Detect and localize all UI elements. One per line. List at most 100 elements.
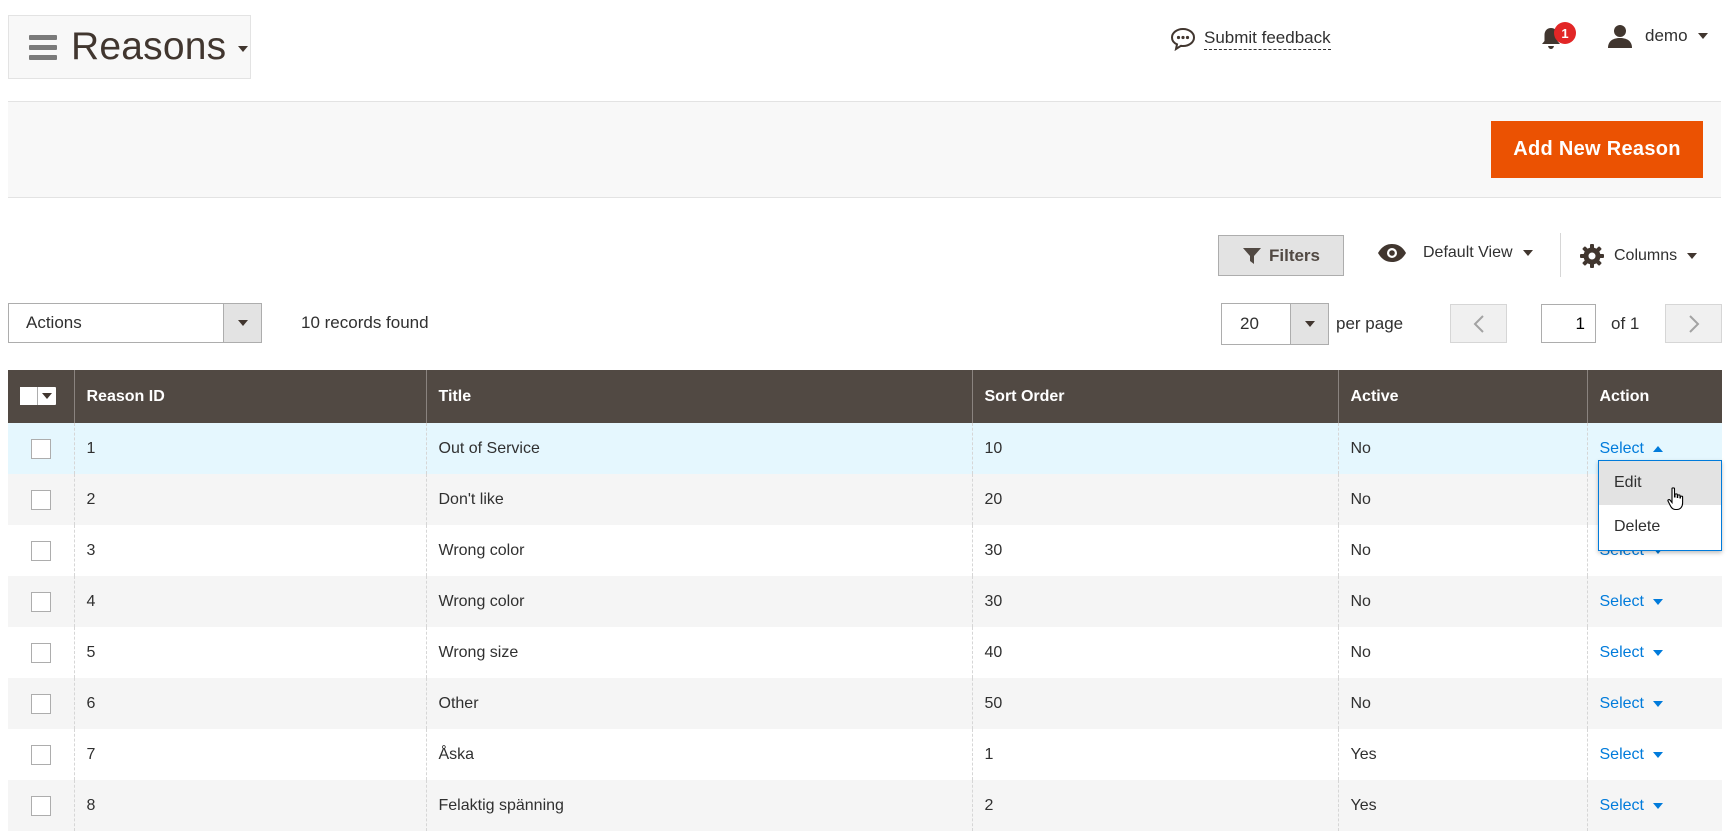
chevron-down-icon <box>38 387 56 405</box>
cell-title: Wrong color <box>425 525 972 576</box>
user-icon <box>1608 25 1632 48</box>
row-action-select[interactable]: Select <box>1600 440 1663 458</box>
row-action-select[interactable]: Select <box>1600 593 1663 611</box>
row-checkbox[interactable] <box>30 540 51 561</box>
menu-icon <box>29 34 57 60</box>
eye-icon <box>1378 244 1406 262</box>
chevron-down-icon <box>1652 649 1663 656</box>
column-header-title[interactable]: Title <box>425 370 972 423</box>
chevron-down-icon <box>1652 751 1663 758</box>
submit-feedback-label: Submit feedback <box>1204 28 1331 50</box>
cell-reason-id: 3 <box>73 525 426 576</box>
mass-select-checkbox[interactable] <box>20 387 56 406</box>
mass-actions-dropdown[interactable]: Actions <box>8 303 262 343</box>
next-page-button[interactable] <box>1665 304 1722 343</box>
chevron-down-icon <box>1522 250 1533 256</box>
table-row[interactable]: 5 Wrong size 40 No Select <box>8 627 1722 678</box>
cell-active: No <box>1337 423 1587 474</box>
filter-icon <box>1242 247 1261 264</box>
action-menu-edit[interactable]: Edit <box>1599 461 1721 505</box>
row-checkbox[interactable] <box>30 744 51 765</box>
row-action-menu: Edit Delete <box>1598 460 1722 551</box>
column-header-active[interactable]: Active <box>1337 370 1587 423</box>
row-checkbox[interactable] <box>30 489 51 510</box>
cell-reason-id: 2 <box>73 474 426 525</box>
cell-reason-id: 4 <box>73 576 426 627</box>
current-page-input[interactable] <box>1541 304 1596 343</box>
cell-reason-id: 8 <box>73 780 426 831</box>
column-header-reason-id[interactable]: Reason ID <box>73 370 426 423</box>
row-action-select[interactable]: Select <box>1600 695 1663 713</box>
cell-title: Felaktig spänning <box>425 780 972 831</box>
page-actions-bar: Add New Reason <box>8 101 1721 198</box>
submit-feedback-link[interactable]: Submit feedback <box>1170 27 1331 51</box>
chevron-down-icon <box>1652 598 1663 605</box>
table-row[interactable]: 3 Wrong color 30 No Select <box>8 525 1722 576</box>
row-action-select[interactable]: Select <box>1600 797 1663 815</box>
columns-label: Columns <box>1614 247 1678 264</box>
cell-title: Wrong size <box>425 627 972 678</box>
cell-title: Out of Service <box>425 423 972 474</box>
notification-count-badge: 1 <box>1554 22 1576 44</box>
row-action-select[interactable]: Select <box>1600 644 1663 662</box>
per-page-value: 20 <box>1240 314 1259 333</box>
column-header-sort-order[interactable]: Sort Order <box>971 370 1338 423</box>
account-menu[interactable]: demo <box>1607 24 1708 48</box>
gear-icon <box>1580 244 1604 268</box>
page-title-switcher[interactable]: Reasons <box>8 15 251 79</box>
chevron-down-icon <box>1697 33 1708 39</box>
chevron-down-icon <box>238 46 249 52</box>
columns-switcher[interactable]: Columns <box>1580 244 1698 268</box>
chevron-down-icon[interactable] <box>223 304 261 342</box>
cell-sort-order: 40 <box>971 627 1338 678</box>
cell-sort-order: 30 <box>971 525 1338 576</box>
per-page-select[interactable]: 20 <box>1221 303 1329 345</box>
cell-active: No <box>1337 678 1587 729</box>
row-checkbox[interactable] <box>30 693 51 714</box>
row-checkbox[interactable] <box>30 642 51 663</box>
table-row[interactable]: 6 Other 50 No Select <box>8 678 1722 729</box>
table-row[interactable]: 8 Felaktig spänning 2 Yes Select <box>8 780 1722 831</box>
row-checkbox[interactable] <box>30 795 51 816</box>
cell-sort-order: 1 <box>971 729 1338 780</box>
chevron-down-icon[interactable] <box>1290 304 1328 344</box>
chevron-down-icon <box>1652 802 1663 809</box>
reasons-grid: Reason ID Title Sort Order Active Action… <box>8 370 1722 831</box>
chevron-left-icon <box>1473 314 1484 333</box>
chat-bubble-icon <box>1170 27 1196 51</box>
column-header-action: Action <box>1586 370 1722 423</box>
table-row[interactable]: 4 Wrong color 30 No Select <box>8 576 1722 627</box>
chevron-down-icon <box>1687 253 1698 259</box>
mass-select-header[interactable] <box>8 370 74 423</box>
previous-page-button[interactable] <box>1450 304 1507 343</box>
per-page-label: per page <box>1336 314 1404 333</box>
cell-title: Don't like <box>425 474 972 525</box>
filters-label: Filters <box>1268 245 1321 265</box>
grid-header-row: Reason ID Title Sort Order Active Action <box>8 370 1722 423</box>
row-checkbox[interactable] <box>30 591 51 612</box>
page-title: Reasons <box>71 25 227 68</box>
table-row[interactable]: 7 Åska 1 Yes Select <box>8 729 1722 780</box>
chevron-up-icon <box>1652 445 1663 452</box>
total-pages-label: of 1 <box>1611 314 1640 333</box>
cell-title: Other <box>425 678 972 729</box>
cell-sort-order: 20 <box>971 474 1338 525</box>
cell-active: No <box>1337 525 1587 576</box>
cell-reason-id: 5 <box>73 627 426 678</box>
page: Reasons Submit feedback 1 demo Add New R… <box>0 0 1729 831</box>
row-action-select[interactable]: Select <box>1600 746 1663 764</box>
records-found: 10 records found <box>301 313 429 332</box>
cell-active: Yes <box>1337 729 1587 780</box>
action-menu-delete[interactable]: Delete <box>1599 505 1721 549</box>
view-switcher[interactable]: Default View <box>1377 244 1533 262</box>
username: demo <box>1645 26 1688 45</box>
table-row[interactable]: 1 Out of Service 10 No Select <box>8 423 1722 474</box>
filters-button[interactable]: Filters <box>1218 235 1344 276</box>
table-row[interactable]: 2 Don't like 20 No Select <box>8 474 1722 525</box>
chevron-right-icon <box>1688 314 1699 333</box>
toolbar-divider <box>1560 233 1561 277</box>
mass-actions-label: Actions <box>26 313 82 332</box>
add-new-reason-button[interactable]: Add New Reason <box>1491 121 1703 178</box>
row-checkbox[interactable] <box>30 438 51 459</box>
cell-title: Åska <box>425 729 972 780</box>
